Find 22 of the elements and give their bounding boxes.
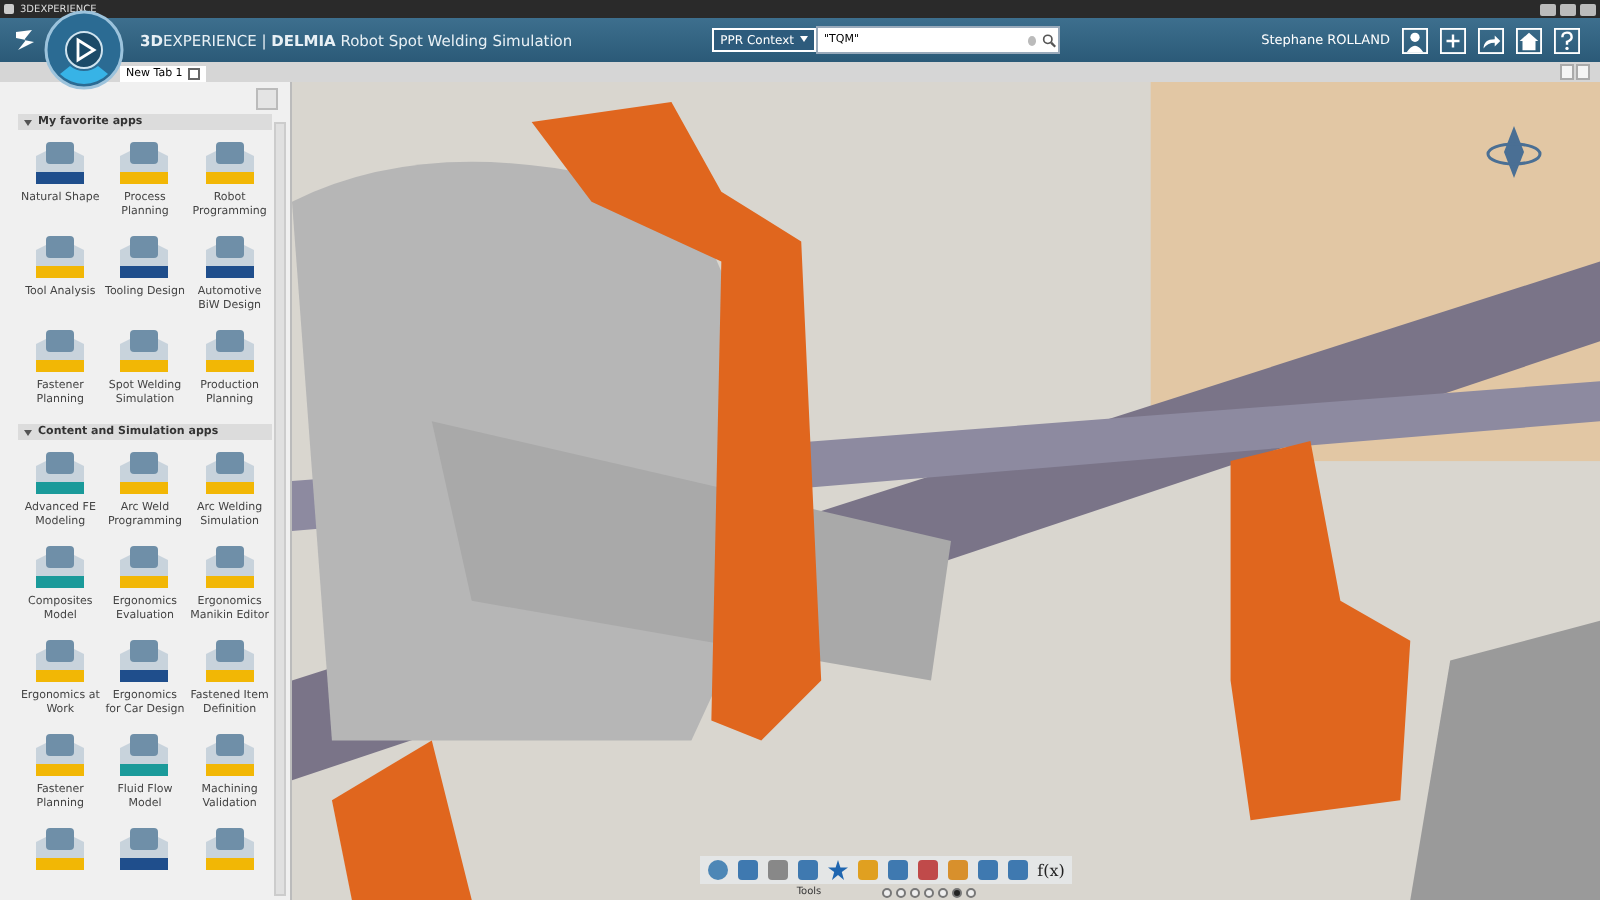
page-dot[interactable] bbox=[895, 887, 906, 897]
help-icon[interactable] bbox=[1554, 27, 1580, 53]
page-dot[interactable] bbox=[881, 887, 892, 897]
star-icon[interactable] bbox=[827, 860, 848, 880]
maximize-icon[interactable] bbox=[1560, 3, 1576, 15]
search-icon[interactable] bbox=[1041, 31, 1057, 49]
minimize-icon[interactable] bbox=[1540, 3, 1556, 15]
plus-icon[interactable] bbox=[1440, 27, 1466, 53]
page-dot[interactable] bbox=[923, 887, 934, 897]
page-dot[interactable] bbox=[965, 887, 976, 897]
user-icon[interactable] bbox=[1402, 27, 1428, 53]
home-icon[interactable] bbox=[1516, 27, 1542, 53]
page-dot[interactable] bbox=[937, 887, 948, 897]
formula-button[interactable]: f(x) bbox=[1037, 861, 1065, 879]
expand-icon[interactable] bbox=[24, 119, 32, 125]
expand-icon[interactable] bbox=[24, 429, 32, 435]
app-logo-icon bbox=[4, 4, 14, 14]
page-dot[interactable] bbox=[909, 887, 920, 897]
caret-icon[interactable] bbox=[799, 36, 808, 43]
page-dot[interactable] bbox=[951, 887, 962, 897]
share-icon[interactable] bbox=[1478, 27, 1504, 53]
clear-icon[interactable] bbox=[1027, 35, 1036, 45]
